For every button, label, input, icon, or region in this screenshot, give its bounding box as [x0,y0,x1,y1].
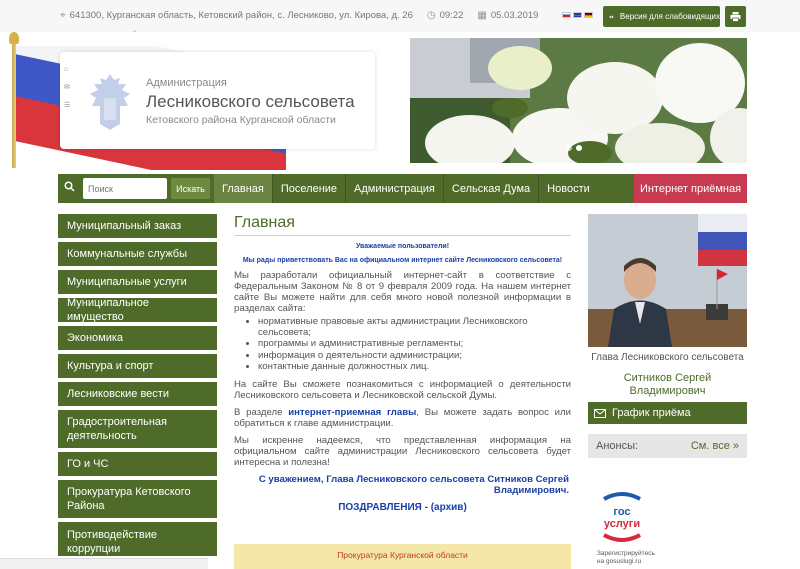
calendar-icon: ▦ [477,10,487,21]
printer-icon [730,11,741,22]
sidebar-item-municipal-property[interactable]: Муниципальное имущество [58,297,217,323]
logo-side-icons: ⌂ ✉ ☰ [64,66,70,109]
flag-ru-icon[interactable] [562,12,571,18]
contact-info: ⌖ 641300, Курганская область, Кетовский … [60,10,538,21]
flagpole [12,38,16,168]
nav-item-village-duma[interactable]: Сельская Дума [444,174,540,203]
home-icon[interactable]: ⌂ [64,66,70,73]
sidebar-menu: Муниципальный заказ Коммунальные службы … [58,214,217,560]
header-admin-label: Администрация [146,77,227,89]
svg-text:гос: гос [613,506,630,518]
nav-items: Главная Поселение Администрация Сельская… [214,174,598,203]
flag-de-icon[interactable] [584,12,593,18]
sidebar-item-utilities[interactable]: Коммунальные службы [58,242,217,266]
prosecutor-notice-text: Прокуратура Курганской области [337,550,468,560]
sidebar-item-urban-planning[interactable]: Градостроительная деятельность [58,410,217,448]
sidebar-item-economy[interactable]: Экономика [58,326,217,350]
low-vision-button[interactable]: Версия для слабовидящих [603,6,720,27]
flagpole-top [9,32,19,44]
sidebar-item-anti-corruption[interactable]: Противодействие коррупции [58,522,217,556]
coat-of-arms-icon [90,74,130,130]
sidebar-item-prosecutor[interactable]: Прокуратура Кетовского Района [58,480,217,518]
reception-schedule-label: График приёма [612,407,691,419]
eye-icon [609,15,614,18]
nav-item-settlement[interactable]: Поселение [273,174,347,203]
sidebar-item-culture-sport[interactable]: Культура и спорт [58,354,217,378]
head-photo [588,214,747,347]
search-input[interactable] [83,178,167,199]
list-item: программы и административные регламенты; [258,338,571,350]
intro-paragraph: Мы разработали официальный интернет-сайт… [234,270,571,314]
envelope-icon [594,408,606,418]
reception-paragraph: В разделе интернет-приемная главы, Вы мо… [234,406,571,429]
list-item: нормативные правовые акты администрации … [258,316,571,338]
announcements-label: Анонсы: [596,440,639,452]
reception-link[interactable]: интернет-приемная главы [288,407,416,418]
head-caption: Глава Лесниковского сельсовета [591,352,744,363]
sidebar-item-municipal-order[interactable]: Муниципальный заказ [58,214,217,238]
map-marker-icon: ⌖ [60,10,66,21]
nav-item-news[interactable]: Новости [539,174,598,203]
top-bar: ⌖ 641300, Курганская область, Кетовский … [0,0,800,32]
announcements-header: Анонсы: См. все » [588,434,747,458]
gosuslugi-logo[interactable]: гос услуги [596,491,648,543]
site-logo[interactable]: ⌂ ✉ ☰ Администрация Лесниковского сельсо… [60,52,375,149]
time-text: 09:22 [439,10,464,21]
flag-en-icon[interactable] [573,12,582,18]
announcements-see-all-link[interactable]: См. все » [691,440,739,452]
low-vision-label: Версия для слабовидящих [619,12,720,21]
sidebar-item-municipal-services[interactable]: Муниципальные услуги [58,270,217,294]
hope-paragraph: Мы искренне надеемся, что представленная… [234,434,571,468]
list-item: контактные данные должностных лиц. [258,361,571,373]
clock-icon: ◷ [426,10,436,21]
greeting-heading: Уважаемые пользователи! [355,243,450,250]
prosecutor-notice-banner[interactable]: Прокуратура Курганской области [234,544,571,569]
reception-schedule-button[interactable]: График приёма [588,402,747,424]
main-content: Главная Уважаемые пользователи! Мы рады … [234,214,571,569]
nav-item-home[interactable]: Главная [214,174,273,203]
header-region: Кетовского района Курганской области [146,114,336,126]
nav-item-administration[interactable]: Администрация [346,174,444,203]
mail-icon[interactable]: ✉ [64,83,70,91]
address-text: 641300, Курганская область, Кетовский ра… [69,10,413,21]
sidebar-item-civil-defense[interactable]: ГО и ЧС [58,452,217,476]
slider-dot[interactable] [566,145,572,151]
official-portrait [588,214,747,347]
search-icon [64,181,75,195]
main-nav: Искать Главная Поселение Администрация С… [58,174,747,203]
slider-dot-active[interactable] [576,145,582,151]
language-flags [562,12,593,18]
svg-text:услуги: услуги [604,518,640,530]
congratulations-link[interactable]: ПОЗДРАВЛЕНИЯ - (архив) [234,502,571,513]
internet-reception-button[interactable]: Интернет приёмная [634,174,747,203]
greeting-text: Мы рады приветствовать Вас на официально… [242,257,563,264]
about-paragraph: На сайте Вы сможете познакомиться с инфо… [234,378,571,401]
print-button[interactable] [725,6,746,27]
signature: С уважением, Глава Лесниковского сельсов… [258,473,569,496]
search-button[interactable]: Искать [171,178,210,199]
horizontal-scrollbar[interactable] [0,558,208,569]
header-site-title: Лесниковского сельсовета [146,92,355,111]
slider-dots [566,145,582,151]
sitemap-icon[interactable]: ☰ [64,101,70,109]
head-name-link[interactable]: Ситников Сергей Владимирович [588,372,747,398]
list-item: информация о деятельности администрации; [258,350,571,362]
sidebar-item-local-news[interactable]: Лесниковские вести [58,382,217,406]
sections-list: нормативные правовые акты администрации … [234,316,571,373]
page-title: Главная [234,214,571,236]
date-text: 05.03.2019 [490,10,539,21]
gosuslugi-caption[interactable]: Зарегистрируйтесь на gosuslugi.ru [597,550,655,566]
